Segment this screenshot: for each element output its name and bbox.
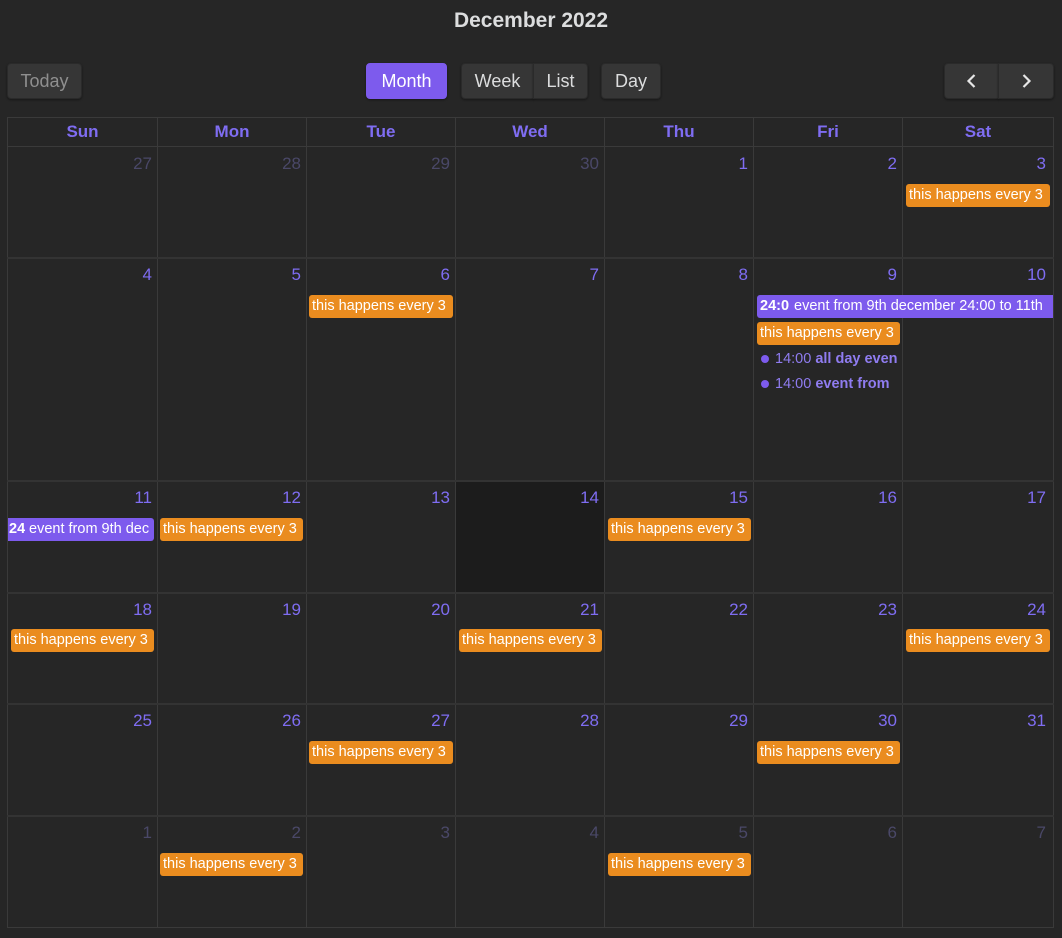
day-number[interactable]: 28 bbox=[559, 711, 599, 731]
day-number[interactable]: 18 bbox=[112, 600, 152, 620]
dot-icon bbox=[761, 355, 769, 363]
grid-line bbox=[7, 146, 1054, 147]
event-recurring[interactable]: this happens every 3 bbox=[160, 853, 303, 876]
day-number[interactable]: 13 bbox=[410, 488, 450, 508]
event-recurring[interactable]: this happens every 3 bbox=[459, 629, 602, 652]
day-number[interactable]: 7 bbox=[1006, 823, 1046, 843]
event-recurring[interactable]: this happens every 3 bbox=[309, 741, 453, 764]
day-number[interactable]: 24 bbox=[1006, 600, 1046, 620]
day-number[interactable]: 17 bbox=[1006, 488, 1046, 508]
today-button[interactable]: Today bbox=[7, 63, 82, 99]
day-number[interactable]: 30 bbox=[559, 154, 599, 174]
day-number[interactable]: 3 bbox=[1006, 154, 1046, 174]
event-time: 24:0 bbox=[760, 298, 790, 314]
day-number[interactable]: 6 bbox=[857, 823, 897, 843]
month-view-button[interactable]: Month bbox=[366, 63, 447, 99]
event-title: all day even bbox=[815, 351, 898, 367]
prev-button[interactable] bbox=[944, 63, 999, 99]
grid-line bbox=[902, 117, 903, 928]
next-button[interactable] bbox=[998, 63, 1054, 99]
event-dot[interactable]: 14:00 all day even bbox=[757, 349, 901, 369]
day-number[interactable]: 2 bbox=[261, 823, 301, 843]
day-number[interactable]: 1 bbox=[112, 823, 152, 843]
day-number[interactable]: 21 bbox=[559, 600, 599, 620]
day-number[interactable]: 23 bbox=[857, 600, 897, 620]
grid-line bbox=[604, 117, 605, 928]
event-time: 14:00 bbox=[775, 351, 812, 367]
chevron-right-icon bbox=[1022, 74, 1032, 88]
event-title: event from 9th december 24:00 to 11th bbox=[794, 298, 1043, 314]
day-number[interactable]: 29 bbox=[708, 711, 748, 731]
weekday-header: Sat bbox=[964, 122, 992, 141]
event-recurring[interactable]: this happens every 3 bbox=[160, 518, 303, 541]
event-recurring[interactable]: this happens every 3 bbox=[608, 853, 751, 876]
day-number[interactable]: 27 bbox=[410, 711, 450, 731]
day-number[interactable]: 31 bbox=[1006, 711, 1046, 731]
weekday-header: Fri bbox=[817, 122, 839, 141]
dot-icon bbox=[761, 380, 769, 388]
event-recurring[interactable]: this happens every 3 bbox=[309, 295, 453, 318]
day-view-button[interactable]: Day bbox=[601, 63, 661, 99]
day-number[interactable]: 10 bbox=[1006, 265, 1046, 285]
grid-line bbox=[455, 117, 456, 928]
day-number[interactable]: 3 bbox=[410, 823, 450, 843]
event-recurring[interactable]: this happens every 3 bbox=[757, 322, 900, 345]
day-number[interactable]: 9 bbox=[857, 265, 897, 285]
day-number[interactable]: 25 bbox=[112, 711, 152, 731]
event-recurring[interactable]: this happens every 3 bbox=[608, 518, 751, 541]
grid-line bbox=[157, 117, 158, 928]
day-number[interactable]: 30 bbox=[857, 711, 897, 731]
chevron-left-icon bbox=[966, 74, 975, 88]
day-number[interactable]: 1 bbox=[708, 154, 748, 174]
day-number[interactable]: 6 bbox=[410, 265, 450, 285]
event-recurring[interactable]: this happens every 3 bbox=[11, 629, 154, 652]
weekday-header: Sun bbox=[66, 122, 99, 141]
event-multi-day[interactable]: 24:0 event from 9th december 24:00 to 11… bbox=[757, 295, 1053, 318]
day-number[interactable]: 22 bbox=[708, 600, 748, 620]
day-number[interactable]: 27 bbox=[112, 154, 152, 174]
grid-line bbox=[7, 703, 1054, 705]
day-number[interactable]: 8 bbox=[708, 265, 748, 285]
day-number[interactable]: 14 bbox=[559, 488, 599, 508]
day-number[interactable]: 5 bbox=[708, 823, 748, 843]
day-number[interactable]: 15 bbox=[708, 488, 748, 508]
list-view-button[interactable]: List bbox=[533, 63, 588, 99]
event-time: 24 bbox=[9, 521, 25, 537]
grid-line bbox=[306, 117, 307, 928]
day-number[interactable]: 12 bbox=[261, 488, 301, 508]
event-recurring[interactable]: this happens every 3 bbox=[906, 629, 1050, 652]
event-recurring[interactable]: this happens every 3 bbox=[757, 741, 900, 764]
day-number[interactable]: 29 bbox=[410, 154, 450, 174]
event-recurring[interactable]: this happens every 3 bbox=[906, 184, 1050, 207]
event-title: event from 9th dec bbox=[29, 521, 150, 537]
weekday-header: Thu bbox=[663, 122, 695, 141]
week-view-button[interactable]: Week bbox=[461, 63, 534, 99]
calendar-title: December 2022 bbox=[453, 9, 609, 32]
event-title: event from bbox=[815, 376, 890, 392]
day-number[interactable]: 2 bbox=[857, 154, 897, 174]
day-number[interactable]: 20 bbox=[410, 600, 450, 620]
day-number[interactable]: 19 bbox=[261, 600, 301, 620]
day-number[interactable]: 16 bbox=[857, 488, 897, 508]
weekday-header: Mon bbox=[214, 122, 250, 141]
day-number[interactable]: 5 bbox=[261, 265, 301, 285]
grid-line bbox=[7, 592, 1054, 594]
event-time: 14:00 bbox=[775, 376, 812, 392]
weekday-header: Wed bbox=[512, 122, 548, 141]
grid-line bbox=[753, 117, 754, 928]
day-number[interactable]: 7 bbox=[559, 265, 599, 285]
weekday-header: Tue bbox=[366, 122, 396, 141]
day-number[interactable]: 4 bbox=[559, 823, 599, 843]
event-dot[interactable]: 14:00 event from bbox=[757, 374, 901, 394]
grid-line bbox=[7, 815, 1054, 817]
grid-line bbox=[7, 480, 1054, 482]
day-number[interactable]: 26 bbox=[261, 711, 301, 731]
event-multi-day-continued[interactable]: 24 event from 9th dec bbox=[8, 518, 154, 541]
day-number[interactable]: 28 bbox=[261, 154, 301, 174]
day-number[interactable]: 4 bbox=[112, 265, 152, 285]
grid-line bbox=[7, 257, 1054, 259]
day-number[interactable]: 11 bbox=[112, 488, 152, 508]
